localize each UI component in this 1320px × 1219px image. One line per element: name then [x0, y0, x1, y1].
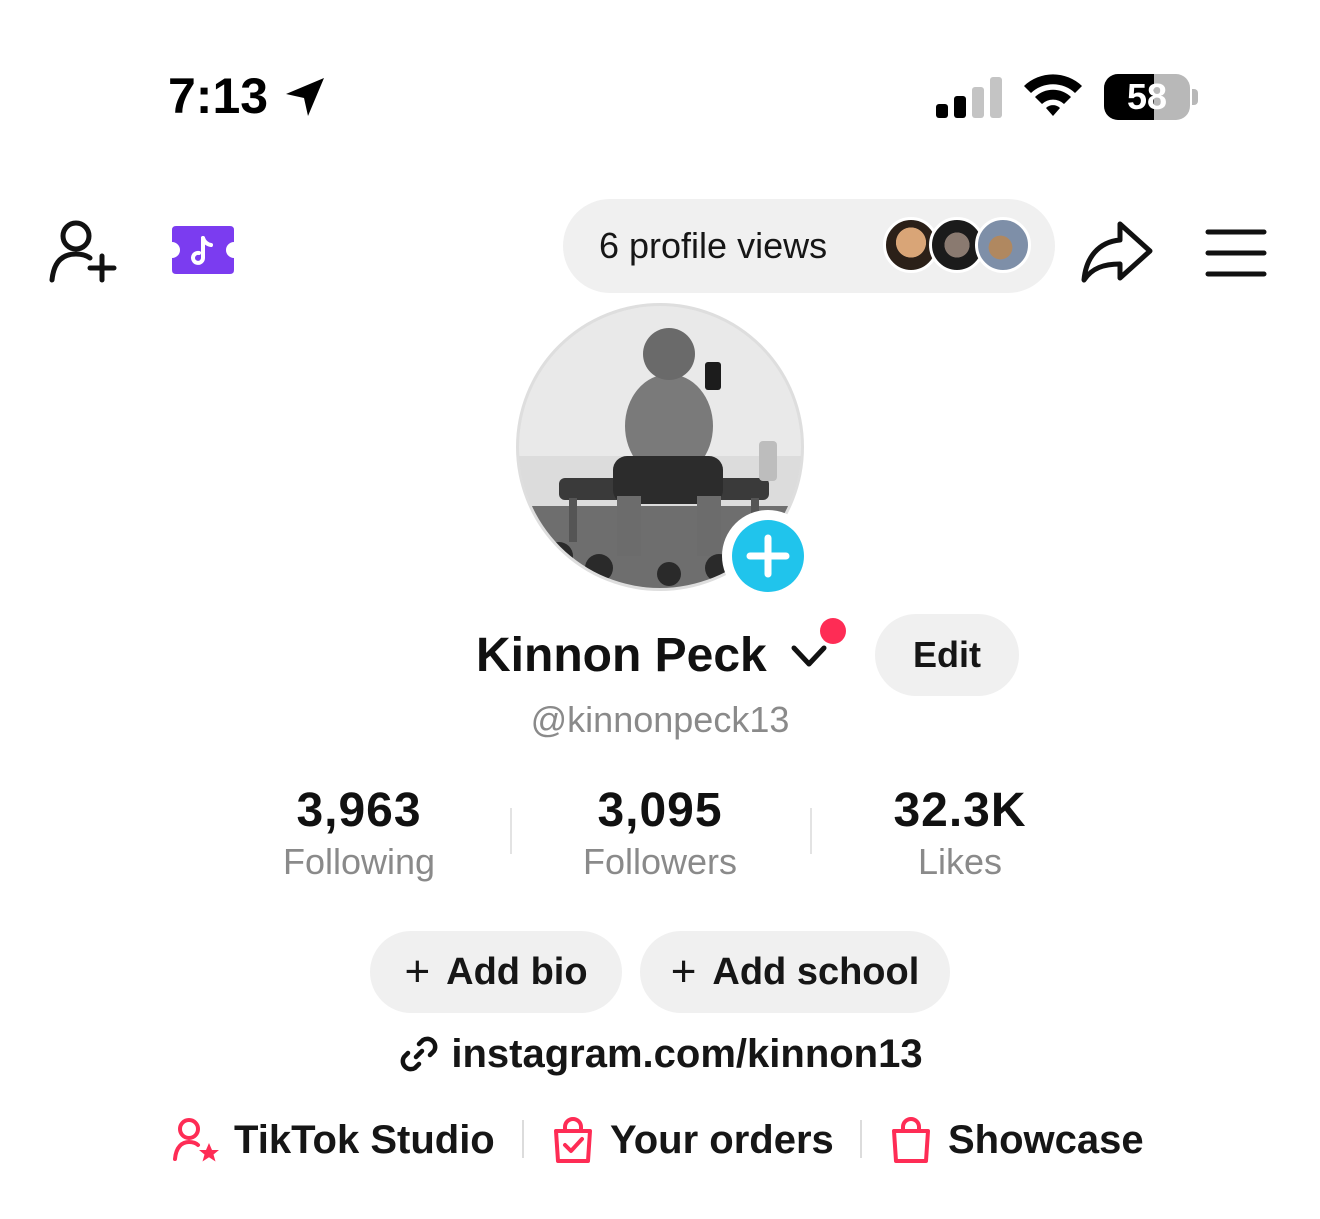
add-bio-button[interactable]: + Add bio: [370, 931, 622, 1013]
add-school-button[interactable]: + Add school: [640, 931, 950, 1013]
profile-views-button[interactable]: 6 profile views: [563, 199, 1055, 293]
shopping-bag-icon: [892, 1117, 930, 1163]
add-school-label: Add school: [712, 950, 920, 993]
stat-label: Following: [282, 841, 436, 882]
cellular-signal-icon: [936, 77, 1002, 118]
showcase-shortcut[interactable]: Showcase: [886, 1112, 1144, 1168]
stat-likes[interactable]: 32.3K Likes: [810, 782, 1110, 884]
stat-label: Followers: [582, 841, 738, 882]
notification-dot: [820, 618, 846, 644]
shortcut-divider: [860, 1120, 862, 1158]
display-name: Kinnon Peck: [476, 629, 767, 682]
plus-icon: +: [404, 947, 431, 996]
username: @kinnonpeck13: [530, 699, 790, 740]
add-avatar-circle: [732, 520, 804, 592]
battery-level: 58: [1126, 76, 1168, 117]
status-time: 7:13: [168, 68, 269, 124]
stat-following[interactable]: 3,963 Following: [209, 782, 509, 884]
shortcut-label: TikTok Studio: [234, 1118, 495, 1162]
creator-star-icon: [173, 1118, 219, 1162]
shortcut-label: Your orders: [610, 1118, 834, 1162]
battery-tip: [1192, 89, 1198, 105]
edit-profile-button[interactable]: Edit: [875, 614, 1019, 696]
plus-icon: +: [670, 947, 697, 996]
order-bag-check-icon: [554, 1117, 592, 1163]
stat-value: 3,963: [296, 784, 422, 837]
viewer-avatar: [975, 217, 1031, 273]
battery-icon: 58: [1104, 74, 1190, 120]
profile-views-label: 6 profile views: [599, 225, 828, 266]
add-avatar-button[interactable]: [722, 510, 814, 602]
stat-label: Likes: [917, 841, 1003, 882]
tiktok-ticket-icon[interactable]: [168, 222, 238, 278]
add-bio-label: Add bio: [446, 950, 588, 993]
link-icon: [400, 1036, 438, 1072]
menu-icon[interactable]: [1204, 226, 1268, 280]
stat-value: 3,095: [597, 784, 723, 837]
plus-icon: [746, 534, 790, 578]
shortcut-divider: [522, 1120, 524, 1158]
share-icon[interactable]: [1078, 218, 1154, 286]
tiktok-studio-shortcut[interactable]: TikTok Studio: [172, 1112, 495, 1168]
bio-link-text: instagram.com/kinnon13: [451, 1032, 923, 1076]
shortcut-label: Showcase: [948, 1118, 1144, 1162]
location-arrow-icon: [286, 78, 324, 116]
your-orders-shortcut[interactable]: Your orders: [548, 1112, 834, 1168]
bio-link[interactable]: instagram.com/kinnon13: [0, 1028, 1320, 1080]
stat-value: 32.3K: [893, 784, 1027, 837]
chevron-down-icon[interactable]: [788, 640, 830, 672]
wifi-icon: [1024, 74, 1082, 116]
stat-followers[interactable]: 3,095 Followers: [510, 782, 810, 884]
add-friend-icon[interactable]: [46, 216, 122, 286]
